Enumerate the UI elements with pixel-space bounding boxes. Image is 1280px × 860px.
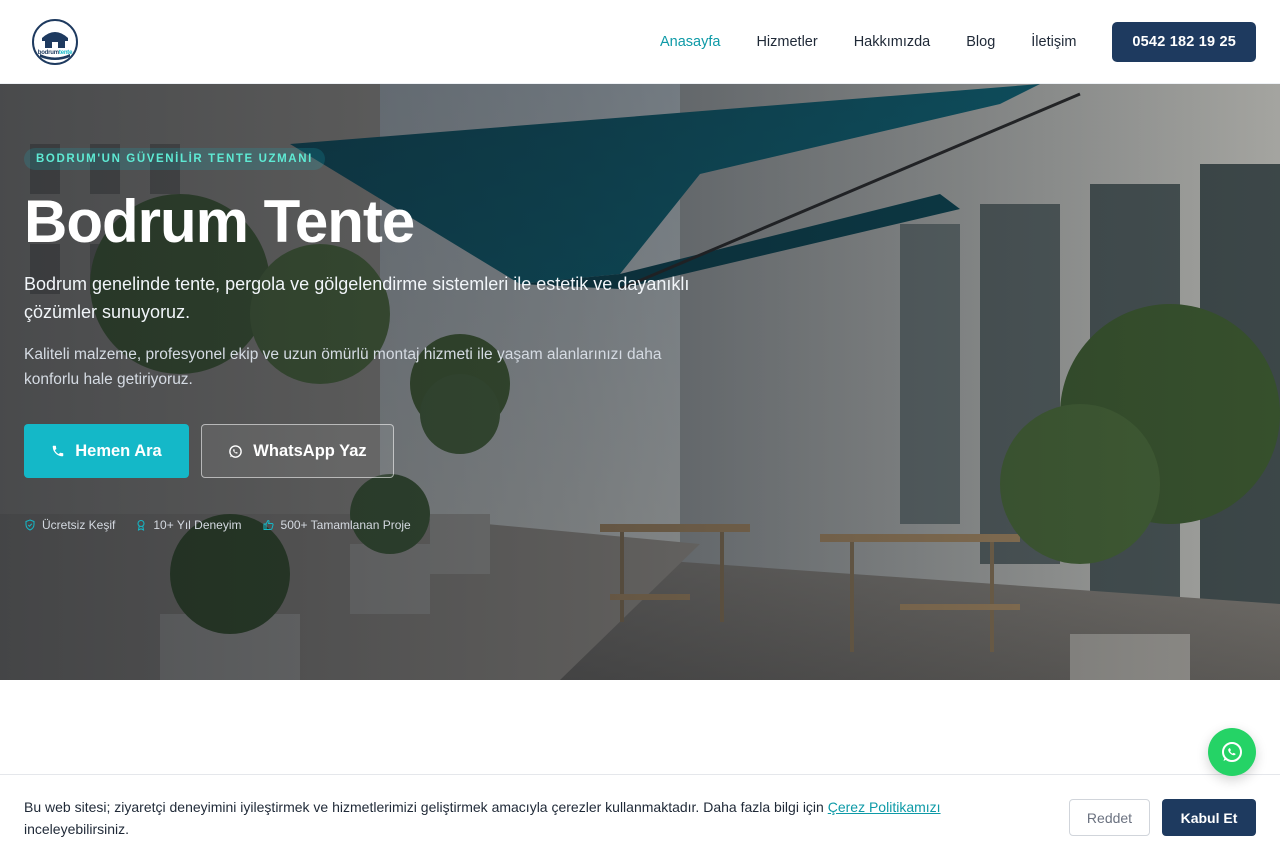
storefront-logo-icon [35,21,75,62]
logo-wordmark: bodrumtente [37,49,73,56]
call-now-label: Hemen Ara [75,441,162,460]
floating-whatsapp-button[interactable] [1208,728,1256,776]
cookie-policy-link[interactable]: Çerez Politikamızı [828,799,941,815]
hero-subtitle: Bodrum genelinde tente, pergola ve gölge… [24,274,690,322]
whatsapp-label: WhatsApp Yaz [253,441,367,460]
hero-title: Bodrum Tente [24,188,415,255]
whatsapp-icon [228,444,243,459]
hero-description: Kaliteli malzeme, profesyonel ekip ve uz… [24,345,662,388]
feature-item: 10+ Yıl Deneyim [135,518,242,533]
site-header: bodrumtente Anasayfa Hizmetler Hakkımızd… [0,0,1280,84]
feature-item: 500+ Tamamlanan Proje [262,518,411,532]
cookie-message: Bu web sitesi; ziyaretçi deneyimini iyil… [24,798,941,837]
nav-item-hizmetler[interactable]: Hizmetler [756,34,817,50]
cookie-banner: Bu web sitesi; ziyaretçi deneyimini iyil… [0,774,1280,860]
nav-item-iletisim[interactable]: İletişim [1031,34,1076,50]
main-nav: Anasayfa Hizmetler Hakkımızda Blog İleti… [624,21,1256,62]
hero-content: BODRUM'UN GÜVENİLİR TENTE UZMANI Bodrum … [24,148,724,532]
cookie-actions: Reddet Kabul Et [1069,799,1256,836]
whatsapp-button[interactable]: WhatsApp Yaz [201,424,394,479]
phone-call-button[interactable]: 0542 182 19 25 [1112,21,1256,62]
reject-cookies-button[interactable]: Reddet [1069,799,1150,836]
feature-item: Ücretsiz Keşif [24,518,115,532]
site-logo[interactable]: bodrumtente [32,18,78,65]
nav-item-blog[interactable]: Blog [966,34,995,50]
feature-label: Ücretsiz Keşif [42,518,116,533]
shield-check-icon [25,519,35,531]
feature-label: 10+ Yıl Deneyim [153,518,242,533]
hero-section: BODRUM'UN GÜVENİLİR TENTE UZMANI Bodrum … [0,84,1280,680]
accept-cookies-button[interactable]: Kabul Et [1162,799,1256,836]
call-now-button[interactable]: Hemen Ara [24,424,189,479]
hero-features: Ücretsiz Keşif 10+ Yıl Deneyim 500+ Tama… [24,518,724,532]
feature-label: 500+ Tamamlanan Proje [280,518,411,533]
thumbs-up-icon [263,520,274,531]
nav-item-hakkimizda[interactable]: Hakkımızda [854,34,931,50]
nav-item-anasayfa[interactable]: Anasayfa [660,34,720,50]
phone-icon [51,444,65,458]
award-icon [137,520,145,532]
hero-badge: BODRUM'UN GÜVENİLİR TENTE UZMANI [24,148,325,170]
hero-actions: Hemen Ara WhatsApp Yaz [24,424,724,479]
whatsapp-icon [1222,742,1242,762]
